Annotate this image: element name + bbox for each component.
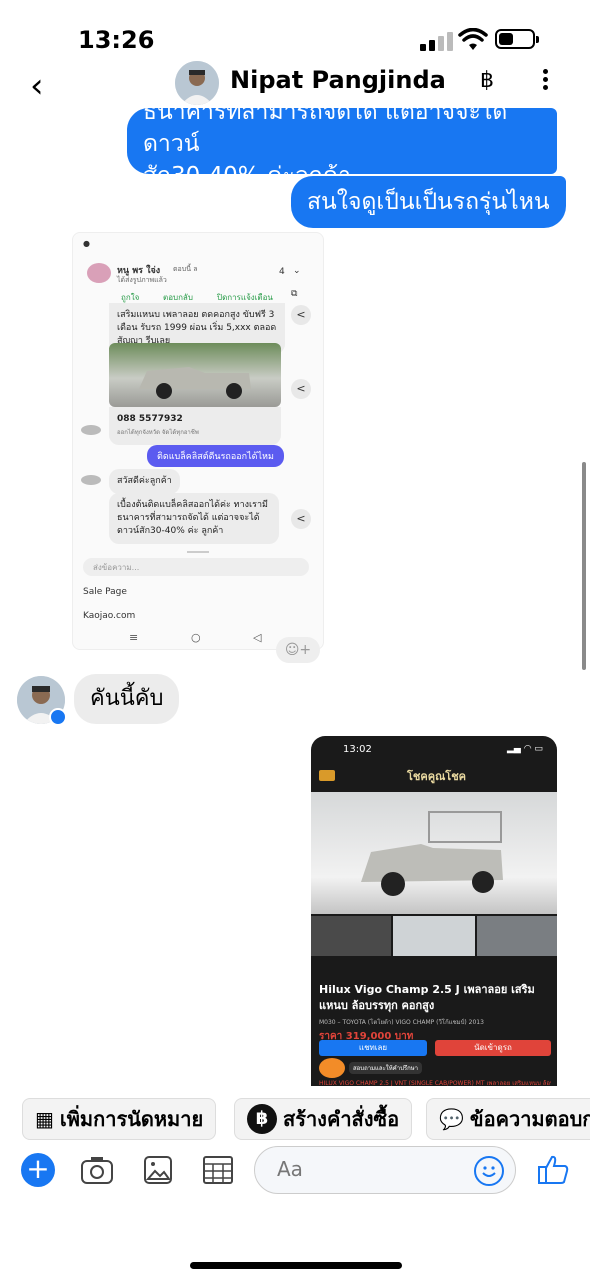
message-line: ธนาคารที่สามารถจัดได้ แต่อาจจะได้ดาวน์ [143, 108, 508, 157]
chip-label: สร้างคำสั่งซื้อ [283, 1107, 400, 1131]
share-icon[interactable]: < [291, 379, 311, 399]
brand-logo: โชคคูณโชค [407, 770, 467, 783]
table-icon[interactable] [200, 1152, 236, 1188]
menu-icon: ≡ [129, 631, 139, 644]
incoming-message[interactable]: คันนี้คับ [74, 674, 180, 724]
emoji-icon[interactable] [474, 1156, 504, 1186]
chip-label: ข้อความตอบก [469, 1107, 590, 1131]
link-sale-page: Sale Page [83, 587, 127, 597]
order-baht-icon[interactable]: ฿ [480, 68, 494, 93]
messenger-badge-icon [49, 708, 67, 726]
camera-icon[interactable] [79, 1152, 115, 1188]
scrollbar[interactable] [582, 462, 586, 670]
menu-icon [319, 770, 335, 781]
blue-message: ติดแบล็คลิสต์ดีนรถออกได้ไหม [147, 445, 284, 467]
gallery-icon[interactable] [140, 1152, 176, 1188]
wifi-icon [458, 27, 488, 52]
product-footer: HILUX VIGO CHAMP 2.5 J VNT (SINGLE CAB/P… [319, 1080, 551, 1086]
more-options-icon[interactable] [541, 66, 549, 96]
chevron-down-icon[interactable]: ⌄ [293, 266, 301, 276]
nav-back-icon: ◁ [253, 631, 262, 644]
phone-note: ออกได้ทุกจังหวัด จัดได้ทุกอาชีพ [117, 429, 199, 436]
quick-reply-saved[interactable]: 💬 ข้อความตอบก [426, 1098, 590, 1140]
page-avatar [87, 263, 111, 283]
quick-reply-appointment[interactable]: ▦ เพิ่มการนัดหมาย [22, 1098, 217, 1140]
mini-time: 13:02 [343, 744, 372, 755]
baht-icon: ฿ [247, 1104, 277, 1134]
mini-signal-icon: ▂▄ ◠ ▭ [507, 744, 543, 754]
truck-photo [311, 792, 557, 914]
shared-screenshot[interactable]: ● หนู พร ใจ่ง ตอบนี้ ล ได้ส่งรูปภาพแล้ว … [72, 232, 324, 650]
chat-now-button: แชทเลย [319, 1040, 427, 1056]
new-message-icon[interactable]: ⧉ [291, 289, 297, 299]
home-indicator [190, 1262, 402, 1269]
sheet-handle [187, 551, 209, 553]
thumb-photo [477, 916, 557, 956]
share-icon[interactable]: < [291, 509, 311, 529]
saved-replies-icon: 💬 [439, 1107, 464, 1131]
mini-status-dot: ● [83, 239, 90, 248]
quick-reply-order[interactable]: ฿ สร้างคำสั่งซื้อ [234, 1098, 413, 1140]
status-time: 13:26 [78, 26, 155, 54]
greet-message: สวัสดีค่ะลูกค้า [109, 469, 180, 494]
link-kaojao: Kaojao.com [83, 611, 136, 621]
message-line: สัก30-40% ค่ะลูกค้า [143, 160, 541, 174]
battery-icon [495, 29, 539, 49]
thumb-photo [393, 916, 475, 956]
phone-number: 088 5577932 ออกได้ทุกจังหวัด จัดได้ทุกอา… [109, 407, 281, 445]
mini-input: ส่งข้อความ... [83, 558, 309, 576]
chat-bubble-icon [319, 1058, 345, 1078]
thumb-photo [311, 916, 391, 956]
thumbs-up-icon[interactable] [536, 1152, 572, 1188]
outgoing-message[interactable]: ธนาคารที่สามารถจัดได้ แต่อาจจะได้ดาวน์ ส… [127, 108, 557, 174]
sender-avatar [81, 425, 101, 435]
chip-label: เพิ่มการนัดหมาย [59, 1107, 204, 1131]
product-title: Hilux Vigo Champ 2.5 J เพลาลอย เสริมแหนบ… [319, 983, 535, 1012]
sender-avatar [81, 475, 101, 485]
contact-avatar[interactable] [175, 61, 219, 105]
product-code: M030 – TOYOTA (โตโยต้า) VIGO CHAMP (วีโก… [319, 1019, 484, 1026]
truck-photo [109, 343, 281, 407]
add-button[interactable]: + [21, 1153, 55, 1187]
phone-text: 088 5577932 [117, 414, 183, 424]
outgoing-message[interactable]: สนใจดูเป็นเป็นรถรุ่นไหน [291, 176, 566, 228]
home-icon: ○ [191, 631, 201, 644]
add-reaction-button[interactable]: ☺+ [276, 637, 320, 663]
share-icon[interactable]: < [291, 305, 311, 325]
back-button[interactable]: ‹ [30, 66, 44, 106]
sent-note: ได้ส่งรูปภาพแล้ว [117, 276, 167, 284]
book-visit-button: นัดเข้าดูรถ [435, 1040, 551, 1056]
cellular-signal-icon [420, 31, 454, 51]
count-label: 4 [279, 267, 285, 277]
reply-message: เบื้องต้นติดแบล็คลิสออกได้ค่ะ ทางเรามีธน… [109, 493, 279, 544]
calendar-icon: ▦ [35, 1107, 54, 1131]
chat-hint: สอบถามและให้คำปรึกษา [349, 1062, 423, 1074]
shared-product-screenshot[interactable]: 13:02 ▂▄ ◠ ▭ โชคคูณโชค Hilux Vigo Champ … [311, 736, 557, 1086]
input-placeholder: Aa [277, 1157, 303, 1181]
page-meta: ตอบนี้ ล [173, 265, 198, 273]
contact-name[interactable]: Nipat Pangjinda [230, 66, 446, 94]
